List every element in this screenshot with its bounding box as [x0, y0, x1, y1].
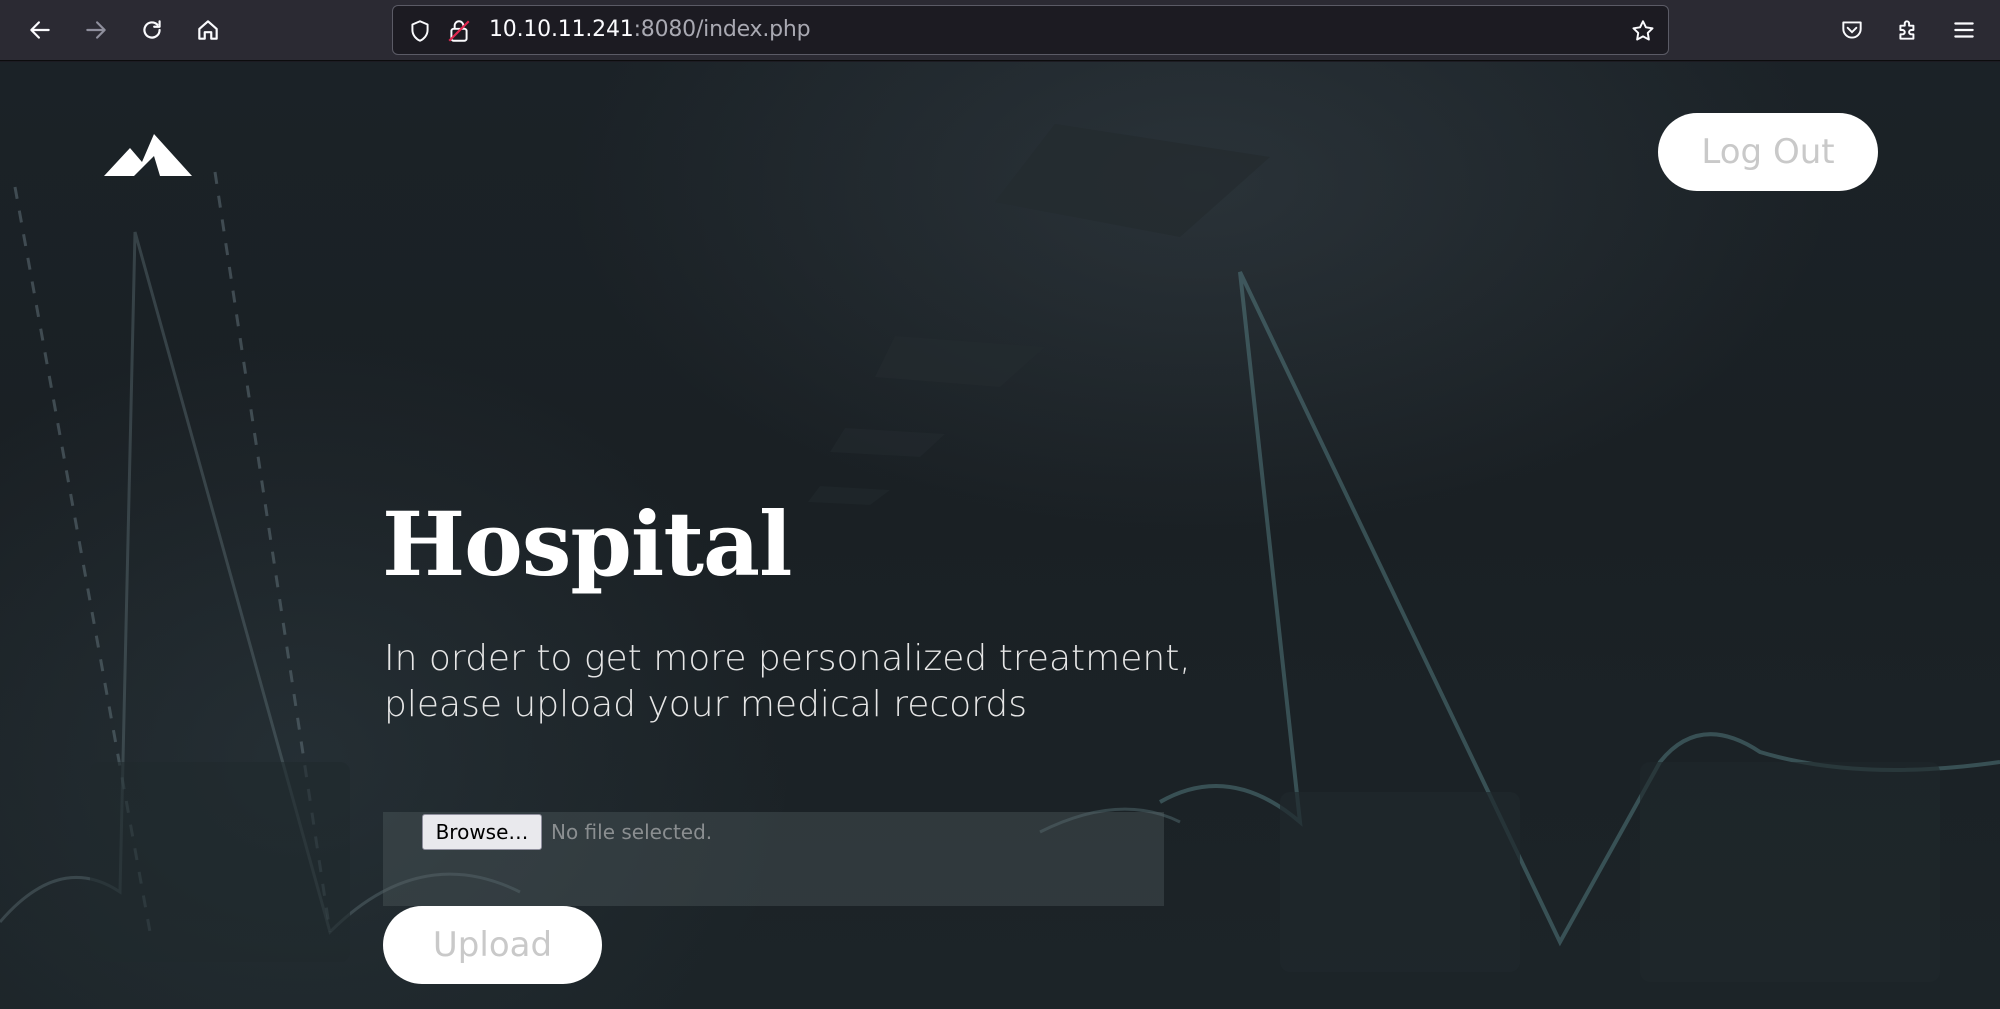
- home-icon: [198, 20, 218, 40]
- menu-button[interactable]: [1946, 12, 1982, 48]
- file-status-text: No file selected.: [551, 820, 713, 844]
- back-button[interactable]: [22, 12, 58, 48]
- extensions-icon: [1899, 20, 1915, 40]
- home-button[interactable]: [190, 12, 226, 48]
- pocket-button[interactable]: [1834, 12, 1870, 48]
- extensions-button[interactable]: [1890, 12, 1926, 48]
- browse-button[interactable]: Browse…: [422, 814, 542, 850]
- pocket-icon: [1842, 21, 1862, 39]
- bookmark-star-icon[interactable]: [1630, 18, 1656, 44]
- page-title: Hospital: [382, 492, 792, 596]
- file-upload-field[interactable]: Browse… No file selected.: [383, 812, 1164, 906]
- menu-icon: [1954, 22, 1974, 38]
- upload-button[interactable]: Upload: [383, 906, 602, 984]
- reload-button[interactable]: [134, 12, 170, 48]
- shield-icon[interactable]: [407, 18, 433, 44]
- forward-button[interactable]: [78, 12, 114, 48]
- insecure-lock-icon[interactable]: [446, 18, 472, 44]
- back-icon: [30, 21, 50, 39]
- mountain-logo-icon[interactable]: [104, 128, 192, 180]
- browser-toolbar: 10.10.11.241:8080/index.php: [0, 0, 2000, 61]
- url-bar[interactable]: 10.10.11.241:8080/index.php: [392, 5, 1669, 55]
- hospital-page: Log Out Hospital In order to get more pe…: [0, 62, 2000, 1009]
- logout-button[interactable]: Log Out: [1658, 113, 1878, 191]
- subtitle-line-1: In order to get more personalized treatm…: [384, 638, 1191, 679]
- url-text[interactable]: 10.10.11.241:8080/index.php: [489, 17, 811, 42]
- page-subtitle: In order to get more personalized treatm…: [384, 636, 1284, 728]
- reload-icon: [143, 20, 161, 39]
- subtitle-line-2: please upload your medical records: [384, 684, 1027, 725]
- forward-icon: [86, 21, 106, 39]
